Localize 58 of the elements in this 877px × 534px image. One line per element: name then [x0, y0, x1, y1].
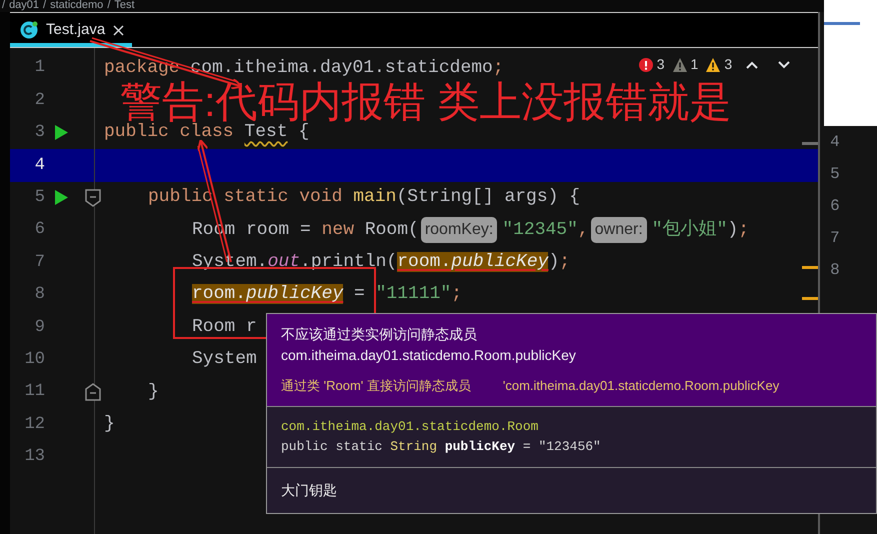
code-text: }: [104, 412, 115, 436]
run-icon[interactable]: [54, 190, 68, 206]
breadcrumb-item[interactable]: day01: [9, 0, 40, 12]
doc-description: 大门钥匙: [280, 480, 338, 500]
warnings-count: 3: [724, 55, 732, 74]
line-number: 5: [829, 164, 841, 185]
breadcrumb-separator: /: [2, 0, 6, 12]
code-text: System: [192, 348, 257, 372]
line-number: 10: [24, 348, 45, 371]
chevron-up-icon: [746, 61, 758, 70]
line-number: 9: [34, 316, 45, 339]
line-number: 2: [34, 90, 45, 112]
breadcrumb-item[interactable]: Test: [114, 0, 135, 12]
quick-fix-link[interactable]: 通过类 'Room' 直接访问静态成员: [281, 376, 471, 396]
code-text: "12345",: [502, 218, 589, 242]
line-number: 8: [829, 260, 841, 281]
line-number: 11: [24, 381, 45, 404]
warning-stripe[interactable]: [802, 297, 818, 300]
line-number: 8: [34, 284, 45, 306]
errors-count: 3: [656, 55, 665, 74]
problem-detail: com.itheima.day01.staticdemo.Room.publicKey: [281, 346, 577, 365]
parameter-hint: roomKey:: [420, 217, 498, 244]
warning-icon[interactable]: [672, 58, 687, 72]
line-number: 1: [34, 57, 45, 80]
line-number: 13: [24, 446, 45, 468]
code-text: public class Test {: [104, 122, 310, 144]
warning-icon[interactable]: [706, 58, 720, 72]
close-icon[interactable]: [113, 24, 124, 36]
code-text: Room r: [192, 316, 257, 339]
class-icon: [20, 21, 38, 39]
line-number: 7: [829, 228, 841, 249]
line-number: 4: [34, 154, 45, 177]
line-number: 6: [829, 196, 841, 217]
warning-stripe[interactable]: [802, 266, 818, 269]
code-text: "包小姐");: [652, 218, 749, 242]
error-icon[interactable]: [638, 58, 653, 72]
parameter-hint: owner:: [590, 217, 647, 244]
chevron-down-icon: [778, 61, 790, 70]
line-number: 7: [34, 252, 45, 274]
code-text: System.out.println(room.publicKey);: [192, 251, 570, 274]
fold-icon[interactable]: [84, 188, 101, 207]
line-number: 3: [34, 122, 45, 144]
doc-owner-class: com.itheima.day01.staticdemo.Room: [281, 418, 540, 436]
line-number: 6: [34, 219, 45, 242]
breadcrumb-item[interactable]: staticdemo: [50, 0, 104, 12]
annotation-text: 警告:代码内报错 类上没报错就是: [120, 80, 732, 124]
breadcrumb-separator: /: [107, 0, 110, 12]
fold-icon[interactable]: [84, 383, 101, 402]
line-number: 4: [829, 132, 841, 153]
breadcrumb-separator: /: [43, 0, 46, 12]
line-number: 12: [24, 414, 45, 436]
code-text: }: [148, 380, 159, 404]
run-icon[interactable]: [54, 125, 68, 140]
line-number: 5: [34, 187, 45, 209]
quick-fix-detail: 'com.itheima.day01.staticdemo.Room.publicKey: [502, 377, 780, 395]
problem-text: 不应该通过类实例访问静态成员: [281, 325, 478, 344]
code-text: room.publicKey = "11111";: [192, 283, 462, 306]
doc-signature: public static String publicKey = "123456": [281, 438, 602, 456]
